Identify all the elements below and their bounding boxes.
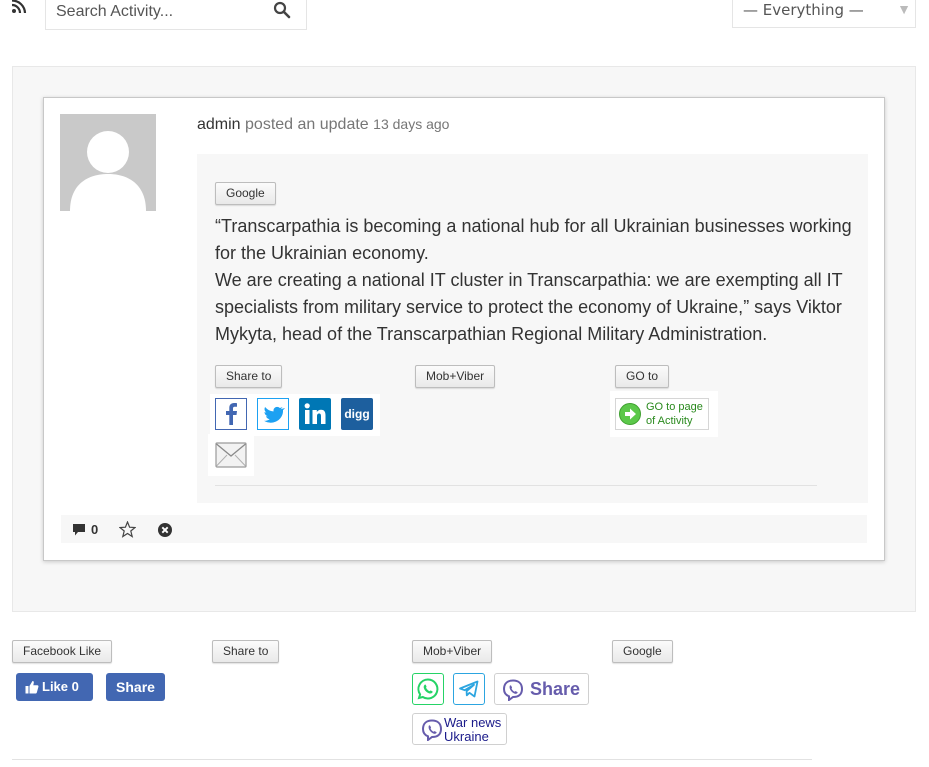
divider	[12, 759, 812, 760]
search-form	[45, 0, 307, 30]
thumbs-up-icon	[25, 681, 39, 694]
digg-icon[interactable]: digg	[341, 398, 373, 430]
fb-like-label: Like 0	[42, 679, 79, 694]
go-to-activity-label: GO to page of Activity	[646, 401, 703, 427]
activity-filter-select[interactable]: — Everything — ▼	[732, 0, 916, 28]
comment-icon[interactable]	[72, 523, 87, 537]
chevron-down-icon: ▼	[897, 1, 911, 17]
share-to-button[interactable]: Share to	[212, 640, 280, 663]
activity-action: posted an update	[245, 116, 369, 133]
svg-text:digg: digg	[344, 407, 369, 421]
whatsapp-icon	[417, 678, 439, 700]
user-link[interactable]: admin	[197, 116, 241, 133]
go-to-box: GO to page of Activity	[610, 391, 718, 437]
divider	[215, 485, 817, 486]
filter-selected-value: — Everything —	[743, 1, 864, 19]
activity-time[interactable]: 13 days ago	[373, 116, 449, 132]
activity-text: “Transcarpathia is becoming a national h…	[215, 213, 865, 348]
viber-icon	[421, 719, 443, 741]
mob-viber-button[interactable]: Mob+Viber	[412, 640, 493, 663]
search-input[interactable]	[56, 1, 256, 23]
rss-icon[interactable]	[11, 0, 29, 14]
activity-meta: 0	[61, 515, 867, 543]
search-icon[interactable]	[272, 0, 292, 20]
facebook-icon[interactable]	[215, 398, 247, 430]
activity-header: admin posted an update 13 days ago	[197, 116, 449, 134]
go-to-button[interactable]: GO to	[615, 365, 670, 388]
fb-share-button[interactable]: Share	[106, 673, 165, 701]
telegram-icon	[459, 680, 479, 698]
viber-share-label: Share	[530, 679, 581, 699]
activity-text-paragraph: We are creating a national IT cluster in…	[215, 270, 843, 344]
email-share	[208, 434, 254, 476]
viber-share-button[interactable]: Share	[494, 673, 589, 705]
telegram-button[interactable]	[453, 673, 485, 705]
user-silhouette-icon	[70, 131, 146, 211]
war-news-button[interactable]: War news Ukraine	[412, 713, 507, 745]
facebook-like-button[interactable]: Facebook Like	[12, 640, 113, 663]
linkedin-icon[interactable]	[299, 398, 331, 430]
mob-viber-button[interactable]: Mob+Viber	[415, 365, 496, 388]
activity-text-paragraph: “Transcarpathia is becoming a national h…	[215, 216, 852, 263]
viber-icon	[502, 679, 524, 701]
whatsapp-button[interactable]	[412, 673, 444, 705]
twitter-icon[interactable]	[257, 398, 289, 430]
star-icon[interactable]	[119, 521, 136, 538]
avatar[interactable]	[60, 114, 156, 211]
email-icon[interactable]	[215, 439, 247, 471]
fb-like-button[interactable]: Like 0	[16, 673, 93, 701]
arrow-right-icon	[619, 403, 641, 425]
go-to-activity-button[interactable]: GO to page of Activity	[615, 398, 709, 430]
share-icons: digg	[210, 394, 380, 436]
delete-icon[interactable]	[158, 523, 172, 537]
war-news-label: War news Ukraine	[444, 715, 502, 744]
google-button[interactable]: Google	[215, 182, 276, 205]
google-button[interactable]: Google	[612, 640, 673, 663]
share-to-button[interactable]: Share to	[215, 365, 283, 388]
comment-count: 0	[91, 522, 99, 537]
